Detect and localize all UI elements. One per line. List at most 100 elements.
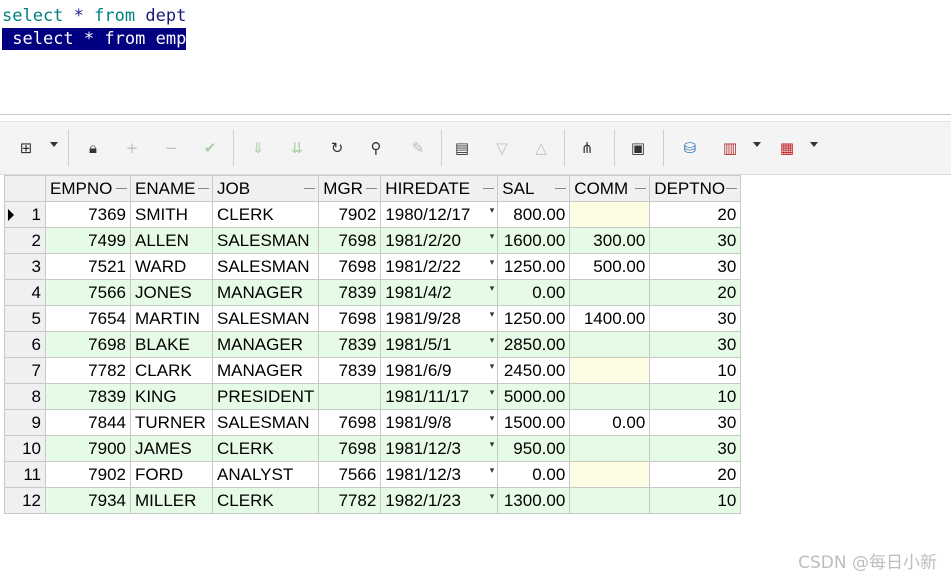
cell-ename[interactable]: WARD xyxy=(130,253,213,280)
cell-deptno[interactable]: 20 xyxy=(649,201,742,228)
cell-empno[interactable]: 7844 xyxy=(45,409,131,436)
date-dropdown-icon[interactable]: ▾ xyxy=(490,440,495,449)
cell-empno[interactable]: 7654 xyxy=(45,305,131,332)
cell-job[interactable]: SALESMAN xyxy=(211,305,320,332)
cell-comm[interactable]: 300.00 xyxy=(569,227,651,254)
row-number[interactable]: 6 xyxy=(4,331,46,358)
column-header[interactable]: EMPNO xyxy=(45,175,131,202)
sort-asc-icon[interactable]: △ xyxy=(529,135,553,161)
row-number[interactable]: 7 xyxy=(4,357,46,384)
check-icon[interactable]: ✔ xyxy=(198,135,222,161)
cell-mgr[interactable]: 7698 xyxy=(318,227,382,254)
row-number[interactable]: 12 xyxy=(4,487,46,514)
cell-job[interactable]: CLERK xyxy=(211,435,320,462)
cell-mgr[interactable]: 7902 xyxy=(318,201,382,228)
column-header[interactable]: ENAME xyxy=(130,175,213,202)
row-number[interactable]: 3 xyxy=(4,253,46,280)
table-row[interactable]: 12 7934 MILLER CLERK 7782 1982/1/23 ▾ 1300.00 10 xyxy=(4,487,742,514)
cell-sal[interactable]: 0.00 xyxy=(497,461,571,488)
table-row[interactable]: 6 7698 BLAKE MANAGER 7839 1981/5/1 ▾ 2850.00 30 xyxy=(4,331,742,358)
date-dropdown-icon[interactable]: ▾ xyxy=(490,284,495,293)
cell-ename[interactable]: MILLER xyxy=(130,487,213,514)
cell-ename[interactable]: JAMES xyxy=(130,435,213,462)
cell-empno[interactable]: 7521 xyxy=(45,253,131,280)
cell-hiredate[interactable]: 1980/12/17 ▾ xyxy=(380,201,499,228)
row-number[interactable]: 4 xyxy=(4,279,46,306)
cell-deptno[interactable]: 30 xyxy=(649,435,742,462)
save-icon[interactable]: ▣ xyxy=(626,135,650,161)
cell-sal[interactable]: 1250.00 xyxy=(497,305,571,332)
grid-corner[interactable] xyxy=(4,175,46,202)
cell-empno[interactable]: 7566 xyxy=(45,279,131,306)
date-dropdown-icon[interactable]: ▾ xyxy=(490,336,495,345)
cell-ename[interactable]: TURNER xyxy=(130,409,213,436)
chevron-down-icon[interactable] xyxy=(810,142,818,147)
plus-icon[interactable]: + xyxy=(120,135,144,161)
cell-empno[interactable]: 7369 xyxy=(45,201,131,228)
clear-icon[interactable]: ✎ xyxy=(406,135,430,161)
cell-job[interactable]: CLERK xyxy=(211,201,320,228)
cell-comm[interactable] xyxy=(569,331,651,358)
cell-ename[interactable]: SMITH xyxy=(130,201,213,228)
cell-job[interactable]: SALESMAN xyxy=(211,253,320,280)
table-row[interactable]: 11 7902 FORD ANALYST 7566 1981/12/3 ▾ 0.00 20 xyxy=(4,461,742,488)
row-number[interactable]: 5 xyxy=(4,305,46,332)
chevron-down-icon[interactable] xyxy=(50,142,58,147)
cell-comm[interactable] xyxy=(569,461,651,488)
date-dropdown-icon[interactable]: ▾ xyxy=(490,232,495,241)
cell-empno[interactable]: 7499 xyxy=(45,227,131,254)
cell-mgr[interactable]: 7698 xyxy=(318,253,382,280)
date-dropdown-icon[interactable]: ▾ xyxy=(490,310,495,319)
table-row[interactable]: 2 7499 ALLEN SALESMAN 7698 1981/2/20 ▾ 1600.00 3… xyxy=(4,227,742,254)
cell-deptno[interactable]: 10 xyxy=(649,357,742,384)
refresh-icon[interactable]: ↻ xyxy=(325,135,349,161)
cell-sal[interactable]: 2450.00 xyxy=(497,357,571,384)
cell-empno[interactable]: 7839 xyxy=(45,383,131,410)
query-tree-icon[interactable]: ⋔ xyxy=(575,135,599,161)
filter-clear-icon[interactable]: ⇊ xyxy=(285,135,309,161)
cell-mgr[interactable]: 7782 xyxy=(318,487,382,514)
cell-ename[interactable]: KING xyxy=(130,383,213,410)
cell-sal[interactable]: 0.00 xyxy=(497,279,571,306)
cell-ename[interactable]: ALLEN xyxy=(130,227,213,254)
cell-sal[interactable]: 1250.00 xyxy=(497,253,571,280)
cell-deptno[interactable]: 30 xyxy=(649,253,742,280)
cell-comm[interactable] xyxy=(569,357,651,384)
row-number[interactable]: 2 xyxy=(4,227,46,254)
cell-hiredate[interactable]: 1981/9/8 ▾ xyxy=(380,409,499,436)
minus-icon[interactable]: − xyxy=(159,135,183,161)
cell-hiredate[interactable]: 1981/6/9 ▾ xyxy=(380,357,499,384)
column-header[interactable]: HIREDATE xyxy=(380,175,499,202)
cell-job[interactable]: SALESMAN xyxy=(211,227,320,254)
cell-sal[interactable]: 2850.00 xyxy=(497,331,571,358)
column-header[interactable]: SAL xyxy=(497,175,571,202)
sort-desc-icon[interactable]: ▽ xyxy=(490,135,514,161)
export-icon[interactable]: ⛁ xyxy=(678,135,702,161)
cell-deptno[interactable]: 20 xyxy=(649,279,742,306)
row-number[interactable]: 1 xyxy=(4,201,46,228)
table-row[interactable]: 9 7844 TURNER SALESMAN 7698 1981/9/8 ▾ 1500.00 0… xyxy=(4,409,742,436)
cell-deptno[interactable]: 30 xyxy=(649,409,742,436)
sql-editor[interactable]: select * from dept select * from emp xyxy=(0,0,951,115)
cell-mgr[interactable]: 7698 xyxy=(318,409,382,436)
cell-empno[interactable]: 7698 xyxy=(45,331,131,358)
cell-ename[interactable]: BLAKE xyxy=(130,331,213,358)
cell-comm[interactable] xyxy=(569,435,651,462)
row-number[interactable]: 11 xyxy=(4,461,46,488)
cell-ename[interactable]: MARTIN xyxy=(130,305,213,332)
table-row[interactable]: 5 7654 MARTIN SALESMAN 7698 1981/9/28 ▾ 1250.00… xyxy=(4,305,742,332)
table-row[interactable]: 8 7839 KING PRESIDENT 1981/11/17 ▾ 5000.00 10 xyxy=(4,383,742,410)
date-dropdown-icon[interactable]: ▾ xyxy=(490,362,495,371)
row-number[interactable]: 9 xyxy=(4,409,46,436)
date-dropdown-icon[interactable]: ▾ xyxy=(490,258,495,267)
cell-sal[interactable]: 950.00 xyxy=(497,435,571,462)
cell-mgr[interactable]: 7698 xyxy=(318,305,382,332)
table-icon[interactable]: ▦ xyxy=(775,135,799,161)
cell-ename[interactable]: CLARK xyxy=(130,357,213,384)
cell-ename[interactable]: FORD xyxy=(130,461,213,488)
column-header[interactable]: JOB xyxy=(211,175,320,202)
cell-job[interactable]: ANALYST xyxy=(211,461,320,488)
cell-hiredate[interactable]: 1981/11/17 ▾ xyxy=(380,383,499,410)
row-number[interactable]: 10 xyxy=(4,435,46,462)
table-row[interactable]: 3 7521 WARD SALESMAN 7698 1981/2/22 ▾ 1250.00 50… xyxy=(4,253,742,280)
